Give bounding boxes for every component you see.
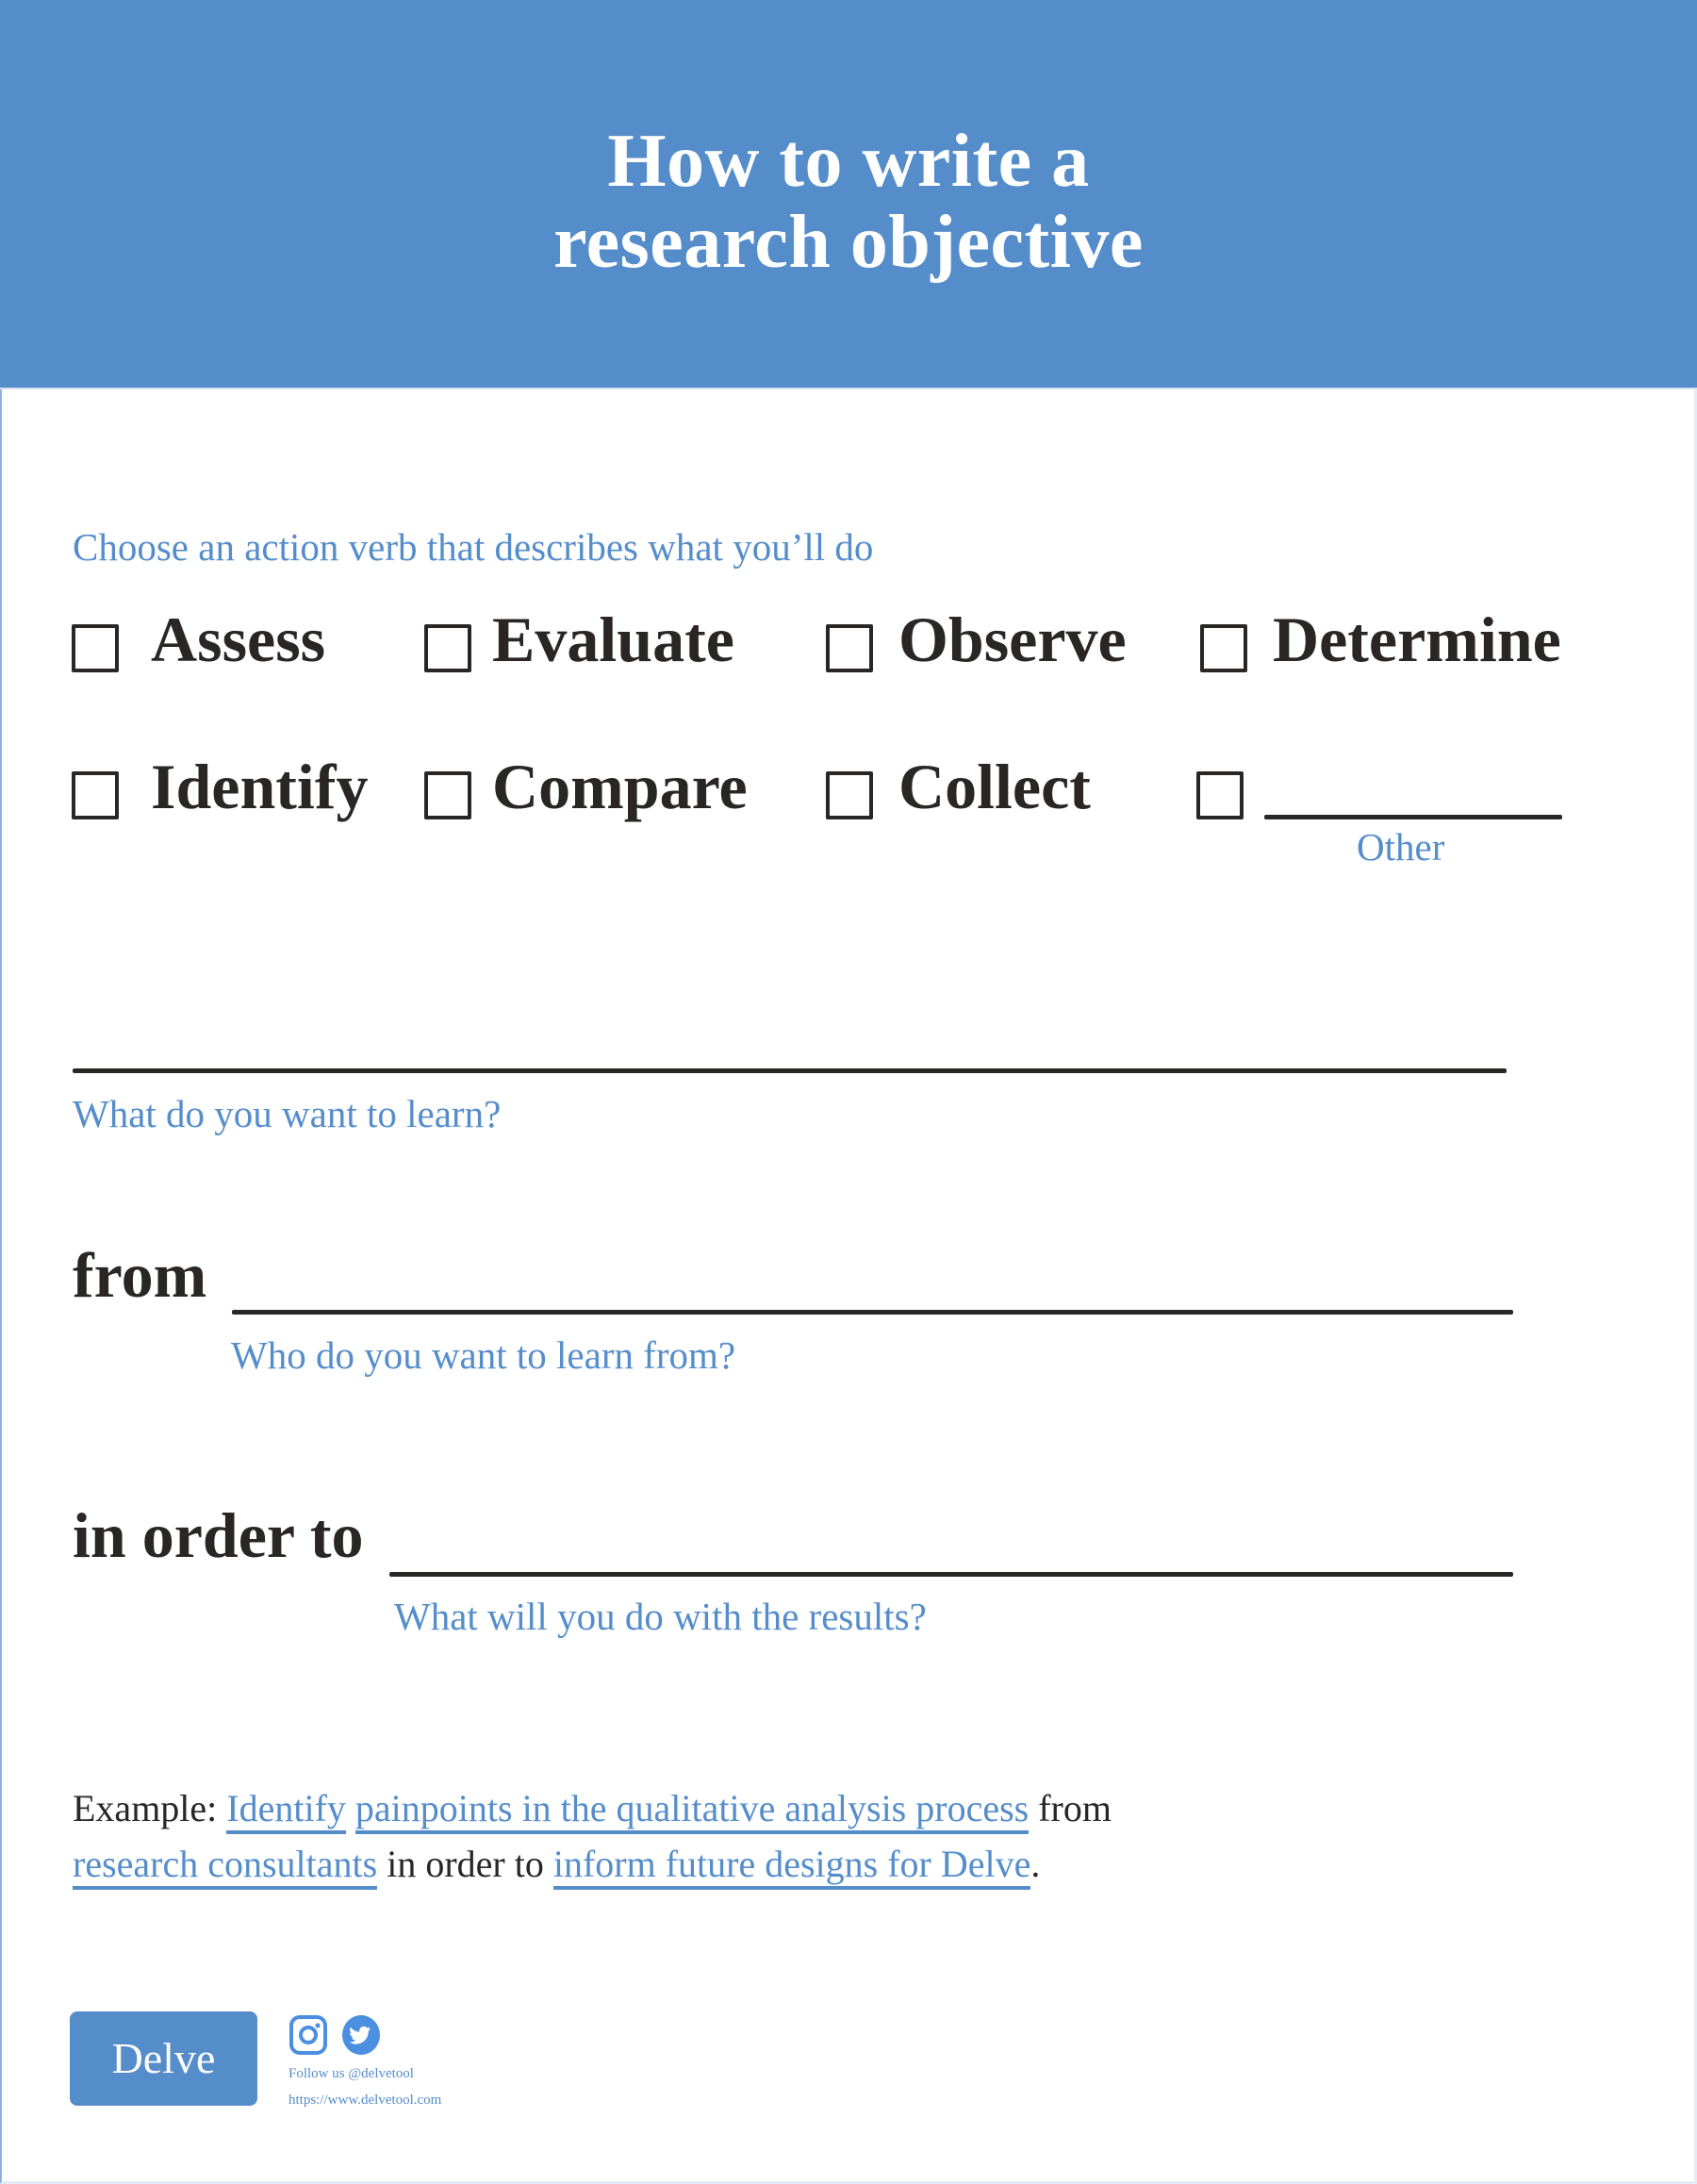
in-order-to-connector: in order to (73, 1499, 364, 1571)
example-in-order-to-word: in order to (387, 1843, 544, 1885)
from-connector: from (73, 1239, 207, 1311)
verb-label: Assess (151, 604, 326, 675)
example-line-2: research consultants in order to inform … (73, 1843, 1041, 1890)
checkbox-compare[interactable] (424, 771, 471, 819)
delve-logo-button[interactable]: Delve (70, 2011, 257, 2106)
verb-label: Identify (151, 751, 369, 822)
example-prefix: Example: (73, 1787, 218, 1829)
other-input-line[interactable] (1264, 815, 1562, 819)
from-hint: Who do you want to learn from? (231, 1333, 736, 1377)
website-link[interactable]: https://www.delvetool.com (288, 2092, 441, 2109)
checkbox-observe[interactable] (826, 624, 873, 672)
example-period: . (1030, 1843, 1041, 1885)
page-title-line-1: How to write a (607, 120, 1090, 203)
other-hint: Other (1357, 825, 1445, 869)
instagram-icon[interactable] (288, 2014, 328, 2056)
verb-label: Determine (1273, 604, 1561, 675)
verb-label: Observe (898, 604, 1127, 675)
example-learn-link[interactable]: painpoints in the qualitative analysis p… (354, 1787, 1030, 1834)
example-verb-link[interactable]: Identify (226, 1787, 346, 1834)
checkbox-determine[interactable] (1200, 624, 1247, 672)
checkbox-other[interactable] (1196, 771, 1244, 819)
verb-label: Compare (492, 751, 748, 822)
verb-instruction: Choose an action verb that describes wha… (73, 525, 874, 569)
example-from-word: from (1038, 1787, 1112, 1829)
checkbox-assess[interactable] (72, 624, 119, 672)
from-input-line[interactable] (232, 1310, 1513, 1315)
header-banner: How to write a research objective (0, 0, 1697, 389)
example-who-link[interactable]: research consultants (73, 1843, 378, 1890)
follow-us-text: Follow us @delvetool (288, 2066, 414, 2081)
learn-input-line[interactable] (73, 1068, 1507, 1073)
learn-hint: What do you want to learn? (73, 1092, 502, 1135)
in-order-to-hint: What will you do with the results? (394, 1595, 927, 1638)
verb-label: Collect (898, 751, 1091, 822)
in-order-to-input-line[interactable] (389, 1572, 1513, 1577)
verb-label: Evaluate (492, 604, 734, 675)
checkbox-evaluate[interactable] (424, 624, 471, 672)
checkbox-identify[interactable] (72, 771, 119, 819)
twitter-icon[interactable] (341, 2014, 381, 2056)
page-title-line-2: research objective (553, 201, 1144, 284)
example-result-link[interactable]: inform future designs for Delve (552, 1843, 1031, 1890)
example-line-1: Example: Identify painpoints in the qual… (73, 1787, 1112, 1834)
checkbox-collect[interactable] (826, 771, 873, 819)
